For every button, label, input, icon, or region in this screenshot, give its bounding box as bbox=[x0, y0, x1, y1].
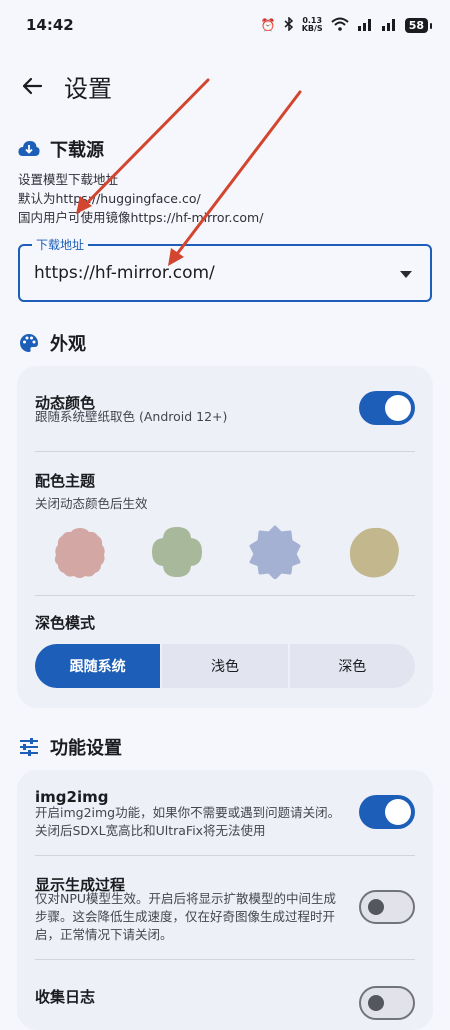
color-theme-title: 配色主题 bbox=[35, 472, 96, 490]
page-title: 设置 bbox=[64, 74, 112, 103]
status-bar: 14:42 ⏰ 0.13 KB/S 58 bbox=[0, 0, 450, 50]
status-time: 14:42 bbox=[26, 16, 74, 34]
signal-icon bbox=[357, 17, 373, 34]
dark-mode-option-light[interactable]: 浅色 bbox=[162, 644, 288, 688]
download-desc-line: 设置模型下载地址 bbox=[18, 172, 119, 187]
appearance-section-header: 外观 bbox=[18, 330, 86, 356]
show-progress-subtitle-line: 步骤。这会降低生成速度，仅在好奇图像生成过程时开 bbox=[35, 909, 336, 924]
collect-logs-title: 收集日志 bbox=[35, 988, 96, 1006]
switch-knob bbox=[368, 995, 384, 1011]
back-button[interactable] bbox=[4, 58, 60, 114]
img2img-switch[interactable] bbox=[359, 795, 415, 829]
tune-icon bbox=[18, 736, 40, 758]
download-section-header: 下载源 bbox=[18, 136, 104, 162]
appearance-section-title: 外观 bbox=[50, 334, 86, 355]
cloud-download-icon bbox=[18, 138, 40, 160]
show-progress-subtitle-line: 仅对NPU模型生效。开启后将显示扩散模型的中间生成 bbox=[35, 891, 337, 906]
dark-mode-title: 深色模式 bbox=[35, 614, 96, 632]
img2img-subtitle-line: 关闭后SDXL宽高比和UltraFix将无法使用 bbox=[35, 823, 266, 838]
download-url-value: https://hf-mirror.com/ bbox=[34, 263, 215, 283]
dark-mode-option-dark[interactable]: 深色 bbox=[289, 644, 415, 688]
top-app-bar: 设置 bbox=[0, 58, 450, 114]
img2img-subtitle: 开启img2img功能，如果你不需要或遇到问题请关闭。 关闭后SDXL宽高比和U… bbox=[35, 804, 340, 840]
download-desc-line: 默认为https://huggingface.co/ bbox=[18, 191, 201, 206]
status-icons: ⏰ 0.13 KB/S 58 bbox=[260, 15, 433, 34]
download-section-title: 下载源 bbox=[50, 140, 104, 161]
dark-mode-option-system[interactable]: 跟随系统 bbox=[35, 644, 161, 688]
switch-knob bbox=[368, 899, 384, 915]
theme-swatch-rose[interactable] bbox=[53, 525, 107, 579]
network-speed-unit: KB/S bbox=[301, 24, 323, 33]
switch-knob bbox=[385, 799, 411, 825]
dynamic-color-subtitle: 跟随系统壁纸取色 (Android 12+) bbox=[35, 409, 228, 424]
theme-swatch-olive[interactable] bbox=[347, 525, 401, 579]
download-url-label: 下载地址 bbox=[32, 237, 89, 253]
palette-icon bbox=[18, 332, 40, 354]
show-progress-switch[interactable] bbox=[359, 890, 415, 924]
download-desc-line: 国内用户可使用镜像https://hf-mirror.com/ bbox=[18, 210, 264, 225]
battery-icon: 58 bbox=[404, 17, 433, 33]
show-progress-subtitle-line: 启，正常情况下请关闭。 bbox=[35, 927, 173, 942]
features-section-title: 功能设置 bbox=[50, 738, 122, 759]
dynamic-color-switch[interactable] bbox=[359, 391, 415, 425]
divider bbox=[35, 855, 415, 856]
img2img-subtitle-line: 开启img2img功能，如果你不需要或遇到问题请关闭。 bbox=[35, 805, 341, 820]
divider bbox=[35, 595, 415, 596]
alarm-icon: ⏰ bbox=[260, 18, 276, 32]
wifi-icon bbox=[331, 17, 349, 34]
show-progress-subtitle: 仅对NPU模型生效。开启后将显示扩散模型的中间生成 步骤。这会降低生成速度，仅在… bbox=[35, 890, 336, 944]
network-speed: 0.13 KB/S bbox=[302, 17, 323, 33]
dropdown-arrow-icon bbox=[400, 271, 412, 278]
signal-icon-2 bbox=[381, 17, 397, 34]
collect-logs-switch[interactable] bbox=[359, 986, 415, 1020]
switch-knob bbox=[385, 395, 411, 421]
divider bbox=[35, 959, 415, 960]
dark-mode-segmented: 跟随系统 浅色 深色 bbox=[35, 644, 415, 688]
download-description: 设置模型下载地址 默认为https://huggingface.co/ 国内用户… bbox=[18, 170, 263, 227]
theme-swatch-blue[interactable] bbox=[248, 525, 302, 579]
features-section-header: 功能设置 bbox=[18, 734, 122, 760]
theme-swatch-green[interactable] bbox=[150, 525, 204, 579]
download-url-dropdown[interactable]: 下载地址 https://hf-mirror.com/ bbox=[18, 237, 432, 302]
features-card: img2img 开启img2img功能，如果你不需要或遇到问题请关闭。 关闭后S… bbox=[17, 770, 433, 1030]
bluetooth-icon bbox=[284, 15, 294, 34]
arrow-left-icon bbox=[22, 77, 43, 95]
color-theme-subtitle: 关闭动态颜色后生效 bbox=[35, 496, 148, 511]
appearance-card: 动态颜色 跟随系统壁纸取色 (Android 12+) 配色主题 关闭动态颜色后… bbox=[17, 366, 433, 708]
divider bbox=[35, 451, 415, 452]
